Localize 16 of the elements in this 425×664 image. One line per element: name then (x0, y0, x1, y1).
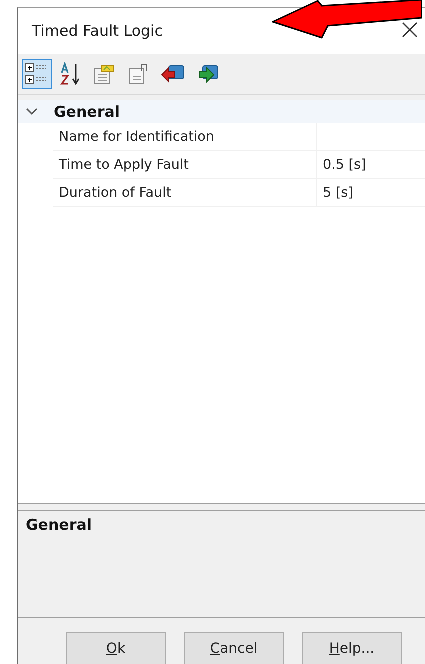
window-title: Timed Fault Logic (32, 22, 163, 40)
property-name: Time to Apply Fault (58, 156, 190, 174)
close-icon (402, 22, 418, 38)
description-title: General (26, 516, 92, 534)
dialog-button[interactable]: Help... (302, 632, 402, 664)
chevron-icon (26, 108, 38, 116)
property-name: Duration of Fault (58, 184, 173, 202)
property-name: Name for Identification (58, 128, 216, 146)
categorized-view-icon (25, 62, 49, 86)
property-value[interactable]: 0.5 [s] (316, 151, 425, 178)
dialog-button[interactable]: Cancel (184, 632, 284, 664)
property-value[interactable]: 5 [s] (316, 179, 425, 206)
group-header[interactable]: General (18, 100, 425, 123)
toolbar-button[interactable] (22, 59, 52, 89)
group-label: General (54, 102, 120, 120)
dialog-button[interactable]: Ok (66, 632, 166, 664)
